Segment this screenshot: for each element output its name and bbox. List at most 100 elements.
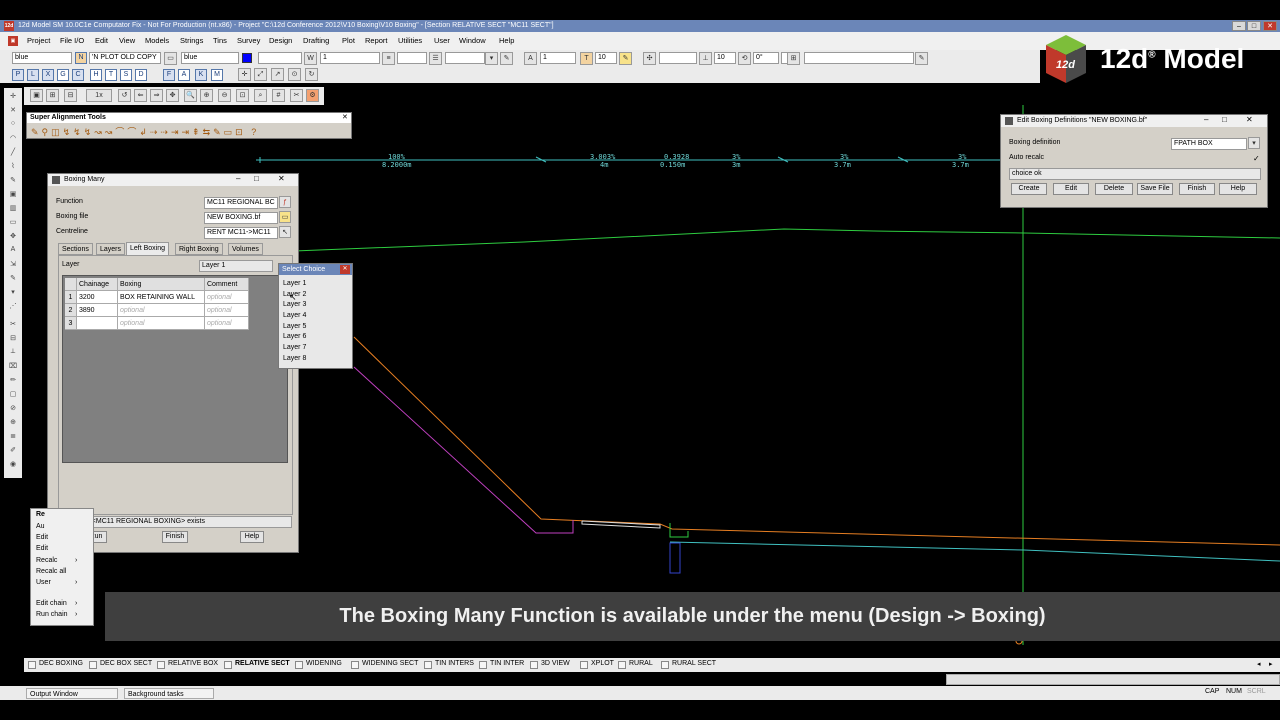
minimize-button[interactable]: – [1232, 21, 1246, 31]
snap-s-button[interactable]: S [120, 69, 132, 81]
list-item[interactable]: Layer 5 [283, 323, 306, 330]
menu-item[interactable]: Run chain [36, 611, 68, 618]
output-window-tab[interactable]: Output Window [26, 688, 118, 699]
tool-fill-icon[interactable]: ▥ [7, 204, 19, 214]
tool-pick-icon[interactable]: ✛ [7, 92, 19, 102]
table-cell-boxing[interactable]: optional [118, 317, 205, 330]
snap-l-button[interactable]: L [27, 69, 39, 81]
menu-drafting[interactable]: Drafting [303, 36, 329, 45]
maximize-icon[interactable]: □ [254, 174, 259, 183]
menu-item[interactable]: Edit chain [36, 600, 67, 607]
help-button[interactable]: Help [1219, 183, 1257, 195]
finish-button[interactable]: Finish [1179, 183, 1215, 195]
tool-query-icon[interactable]: ⊕ [7, 418, 19, 428]
tool-window-icon[interactable]: ▢ [7, 390, 19, 400]
view-zoom-icon[interactable]: 🔍 [184, 89, 197, 102]
tool-break-icon[interactable]: ⌧ [7, 362, 19, 372]
menu-edit[interactable]: Edit [95, 36, 108, 45]
menu-item[interactable]: Edit [36, 534, 48, 541]
view-tab[interactable]: RURAL SECT [661, 660, 716, 669]
view-right-icon[interactable]: ⇒ [150, 89, 163, 102]
angle-text-icon[interactable]: ⊥ [699, 52, 712, 65]
delete-button[interactable]: Delete [1095, 183, 1133, 195]
view-tab[interactable]: TIN INTER [479, 660, 524, 669]
view-redraw-icon[interactable]: ↺ [118, 89, 131, 102]
table-cell-comment[interactable]: optional [205, 304, 249, 317]
view-zoom-box-icon[interactable]: ⊡ [236, 89, 249, 102]
finish-button[interactable]: Finish [162, 531, 188, 543]
style-field[interactable] [258, 52, 302, 64]
minimize-icon[interactable]: – [236, 174, 240, 183]
function-field[interactable]: MC11 REGIONAL BC [204, 197, 278, 209]
close-button[interactable]: ✕ [1263, 21, 1277, 31]
size-field[interactable]: 1 [540, 52, 576, 64]
view-zoom-point-icon[interactable]: ⌕ [254, 89, 267, 102]
tool-scale-icon[interactable]: ⇲ [7, 260, 19, 270]
menu-plot[interactable]: Plot [342, 36, 355, 45]
text-size-field[interactable]: 10 [595, 52, 617, 64]
tool-mark-icon[interactable]: ◉ [7, 460, 19, 470]
tool-line-icon[interactable]: ╱ [7, 148, 19, 158]
menu-survey[interactable]: Survey [237, 36, 260, 45]
tab-scroll-right-icon[interactable]: ▸ [1269, 660, 1273, 668]
help-button[interactable]: Help [240, 531, 264, 543]
tool-text-icon[interactable]: A [7, 246, 19, 256]
background-tasks-tab[interactable]: Background tasks [124, 688, 214, 699]
table-cell-boxing[interactable]: optional [118, 304, 205, 317]
tool-snap-icon[interactable]: ⋰ [7, 302, 19, 312]
snap-a-button[interactable]: A [178, 69, 190, 81]
minimize-icon[interactable]: – [1204, 115, 1208, 124]
snap-x-button[interactable]: X [42, 69, 54, 81]
list-item[interactable]: Layer 8 [283, 355, 306, 362]
tool-brush-icon[interactable]: ✏ [7, 376, 19, 386]
menu-item[interactable]: User [36, 579, 51, 586]
menu-user[interactable]: User [434, 36, 450, 45]
snap-t-button[interactable]: T [105, 69, 117, 81]
menu-item[interactable]: Au [36, 523, 45, 530]
list-item[interactable]: Layer 1 [283, 280, 306, 287]
colour-field[interactable]: blue [12, 52, 72, 64]
menu-item[interactable]: Edit [36, 545, 48, 552]
view-tab[interactable]: DEC BOXING [28, 660, 83, 669]
close-icon[interactable]: ✕ [1246, 115, 1253, 124]
menu-design[interactable]: Design [269, 36, 292, 45]
tool-paint-icon[interactable]: ✐ [7, 446, 19, 456]
justify-icon[interactable]: ✣ [643, 52, 656, 65]
tool-dim-icon[interactable]: ⊟ [7, 334, 19, 344]
menu-item[interactable]: Recalc all [36, 568, 66, 575]
view-tab[interactable]: RELATIVE SECT [224, 660, 290, 669]
menu-tins[interactable]: Tins [213, 36, 227, 45]
menu-utilities[interactable]: Utilities [398, 36, 422, 45]
weight-field[interactable]: 1 [320, 52, 380, 64]
textstyle-field[interactable] [445, 52, 485, 64]
tool-move-icon[interactable]: ✥ [7, 232, 19, 242]
line-weight-icon[interactable]: ☰ [429, 52, 442, 65]
view-cut-icon[interactable]: ✂ [290, 89, 303, 102]
create-button[interactable]: Create [1011, 183, 1047, 195]
snap-p-button[interactable]: P [12, 69, 24, 81]
tool-edit-icon[interactable]: ✎ [7, 274, 19, 284]
snap-h-button[interactable]: H [90, 69, 102, 81]
tool-pen-icon[interactable]: ✎ [7, 176, 19, 186]
table-cell-comment[interactable]: optional [205, 317, 249, 330]
view-tab[interactable]: WIDENING SECT [351, 660, 418, 669]
horizontal-scrollbar[interactable] [946, 674, 1280, 685]
query-icon[interactable]: ⊙ [288, 68, 301, 81]
tab-scroll-left-icon[interactable]: ◂ [1257, 660, 1261, 668]
list-item[interactable]: Layer 4 [283, 312, 306, 319]
tab-volumes[interactable]: Volumes [228, 243, 263, 255]
view-tab[interactable]: XPLOT [580, 660, 614, 669]
tool-poly-icon[interactable]: ⌇ [7, 162, 19, 172]
justify-field[interactable] [659, 52, 697, 64]
linestyle-icon[interactable]: ≡ [382, 52, 395, 65]
view-tab[interactable]: RELATIVE BOX [157, 660, 218, 669]
text-settings-icon[interactable]: A [524, 52, 537, 65]
pen-icon[interactable]: ✎ [500, 52, 513, 65]
maximize-icon[interactable]: □ [1222, 115, 1227, 124]
view-zoom-out-icon[interactable]: ⊖ [218, 89, 231, 102]
view-plus-icon[interactable]: ⊞ [46, 89, 59, 102]
tab-sections[interactable]: Sections [58, 243, 93, 255]
tool-arc-icon[interactable]: ◠ [7, 134, 19, 144]
save-file-button[interactable]: Save File [1137, 183, 1173, 195]
menu-report[interactable]: Report [365, 36, 388, 45]
